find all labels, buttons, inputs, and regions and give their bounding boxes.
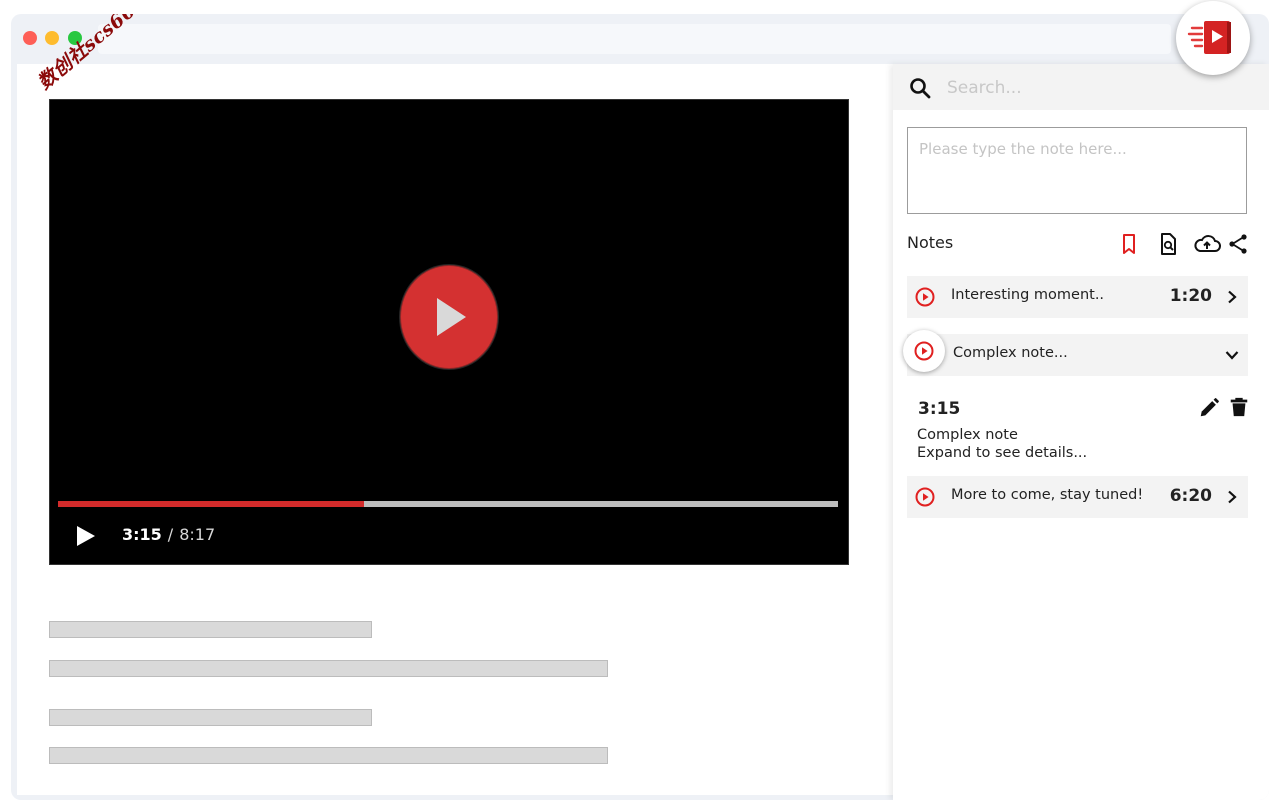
play-circle-icon[interactable]	[915, 487, 935, 507]
chevron-right-icon[interactable]	[1224, 289, 1240, 305]
progress-fill	[58, 501, 364, 507]
play-icon[interactable]	[77, 526, 95, 546]
search-document-icon[interactable]	[1156, 232, 1180, 256]
time-display: 3:15 / 8:17	[122, 525, 215, 544]
search-icon[interactable]	[909, 77, 931, 99]
notes-heading: Notes	[907, 233, 954, 252]
page-content: 3:15 / 8:17	[17, 64, 893, 795]
note-title: Complex note...	[953, 345, 1068, 361]
play-note-button[interactable]	[903, 330, 945, 372]
time-separator: /	[167, 525, 174, 544]
browser-window: 3:15 / 8:17 Notes	[11, 14, 1269, 800]
play-circle-icon	[914, 341, 934, 361]
placeholder-line	[49, 660, 608, 677]
red-video-notes-extension-icon	[1187, 21, 1231, 54]
note-time[interactable]: 6:20	[1170, 486, 1212, 506]
chevron-down-icon[interactable]	[1224, 347, 1240, 363]
cloud-upload-icon[interactable]	[1193, 232, 1221, 256]
note-detail-time[interactable]: 3:15	[918, 399, 960, 419]
note-item[interactable]: Interesting moment.. 1:20	[907, 276, 1248, 318]
note-time[interactable]: 1:20	[1170, 286, 1212, 306]
share-icon[interactable]	[1226, 232, 1250, 256]
placeholder-line	[49, 747, 608, 764]
minimize-window-button[interactable]	[45, 31, 59, 45]
note-detail-body: Complex note Expand to see details...	[917, 426, 1087, 462]
note-title: More to come, stay tuned!	[951, 487, 1144, 503]
note-body-line: Expand to see details...	[917, 445, 1088, 461]
placeholder-line	[49, 709, 372, 726]
edit-icon[interactable]	[1198, 397, 1220, 419]
address-bar[interactable]	[98, 24, 1171, 54]
note-title: Interesting moment..	[951, 287, 1105, 303]
note-item-expanded[interactable]: Complex note...	[907, 334, 1248, 376]
note-input[interactable]	[907, 127, 1247, 214]
current-time: 3:15	[122, 525, 162, 544]
notes-panel: Notes Interesting moment..	[893, 64, 1269, 800]
big-play-button[interactable]	[400, 265, 498, 369]
duration: 8:17	[179, 525, 216, 544]
chevron-right-icon[interactable]	[1224, 489, 1240, 505]
placeholder-line	[49, 621, 372, 638]
search-input[interactable]	[945, 74, 1249, 102]
note-item[interactable]: More to come, stay tuned! 6:20	[907, 476, 1248, 518]
play-circle-icon[interactable]	[915, 287, 935, 307]
progress-bar[interactable]	[58, 501, 838, 507]
close-window-button[interactable]	[23, 31, 37, 45]
delete-icon[interactable]	[1228, 396, 1250, 418]
video-player[interactable]: 3:15 / 8:17	[49, 99, 849, 565]
title-bar	[11, 14, 1269, 64]
note-body-line: Complex note	[917, 427, 1018, 443]
bookmark-icon[interactable]	[1117, 232, 1141, 256]
extension-button[interactable]	[1176, 1, 1250, 75]
